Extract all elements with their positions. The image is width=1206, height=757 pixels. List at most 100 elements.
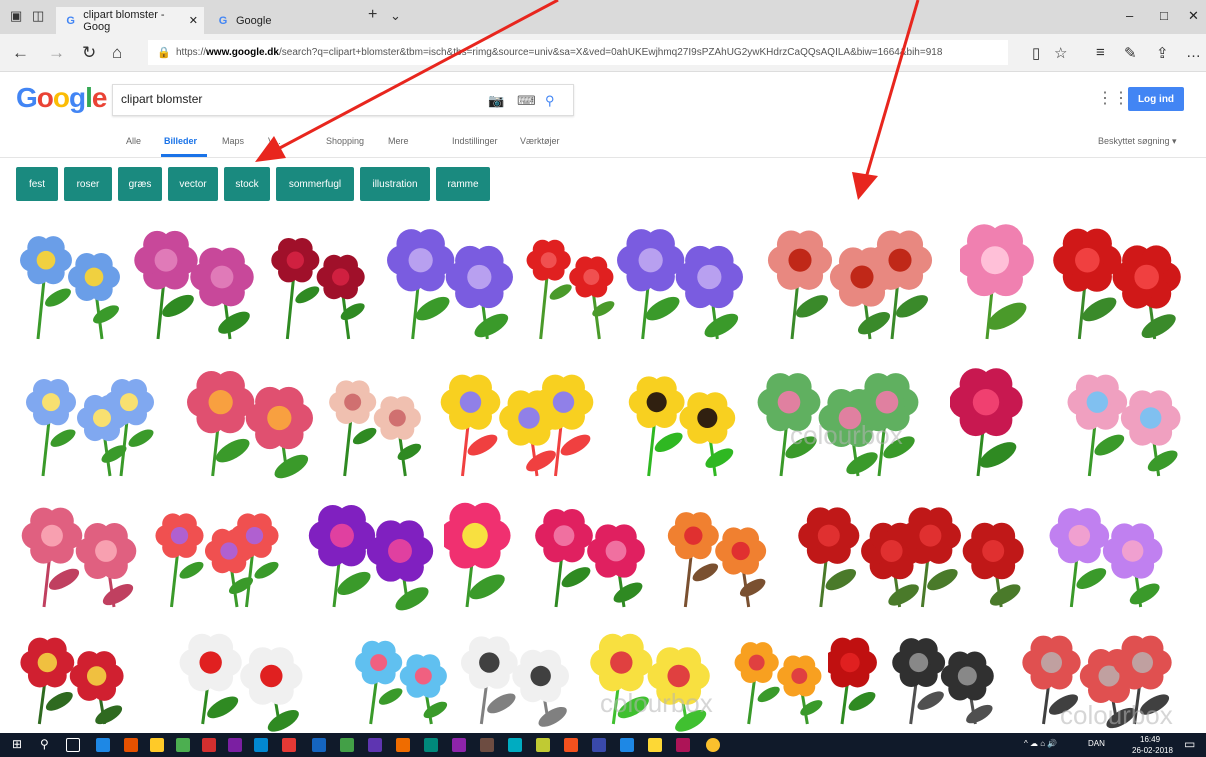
folder-icon[interactable] xyxy=(150,738,164,752)
login-button[interactable]: Log ind xyxy=(1128,87,1184,111)
image-result-butterfly-swirl[interactable] xyxy=(732,620,824,732)
clock-date[interactable]: 26-02-2018 xyxy=(1132,746,1173,755)
app-icon[interactable] xyxy=(564,738,578,752)
app-icon[interactable] xyxy=(282,738,296,752)
calculator-icon[interactable] xyxy=(176,738,190,752)
search-icon[interactable]: ⚲ xyxy=(545,93,555,109)
tab-shopping[interactable]: Shopping xyxy=(326,136,364,146)
app-icon[interactable] xyxy=(254,738,268,752)
image-result-violet-flower-border[interactable] xyxy=(380,207,520,347)
image-result-long-stem-red-roses[interactable] xyxy=(784,487,1038,615)
more-icon[interactable]: … xyxy=(1186,44,1201,61)
image-result-pink-flower-bunch[interactable] xyxy=(960,207,1042,347)
tab-videos[interactable]: V... xyxy=(268,136,281,146)
app-icon[interactable] xyxy=(536,738,550,752)
home-icon[interactable]: ⌂ xyxy=(112,43,122,63)
image-result-pink-red-roses[interactable] xyxy=(756,207,956,347)
office-icon[interactable] xyxy=(124,738,138,752)
image-result-christmas-flower[interactable] xyxy=(168,620,314,732)
app-icon[interactable] xyxy=(620,738,634,752)
search-icon[interactable]: ⚲ xyxy=(40,737,54,751)
new-tab-icon[interactable]: + xyxy=(368,6,377,24)
tab-google-images[interactable]: G clipart blomster - Goog ✕ xyxy=(56,7,204,34)
pen-icon[interactable]: ✎ xyxy=(1124,44,1137,62)
chip-roser[interactable]: roser xyxy=(64,167,112,201)
image-result-purple-ribbon-flowers[interactable] xyxy=(302,487,440,615)
url-field[interactable]: 🔒 https://www.google.dk/search?q=clipart… xyxy=(148,40,1008,65)
close-tab-icon[interactable]: ✕ xyxy=(189,14,198,27)
hub-icon[interactable]: ≡ xyxy=(1096,44,1105,61)
chip-ramme[interactable]: ramme xyxy=(436,167,490,201)
app-icon[interactable] xyxy=(340,738,354,752)
app-icon[interactable] xyxy=(480,738,494,752)
app-icon[interactable] xyxy=(368,738,382,752)
chip-fest[interactable]: fest xyxy=(16,167,58,201)
share-icon[interactable]: ⇪ xyxy=(1156,44,1169,62)
image-result-rose-butterfly[interactable] xyxy=(16,487,142,615)
image-result-pink-roses[interactable] xyxy=(128,207,260,347)
chip-vector[interactable]: vector xyxy=(168,167,218,201)
tray-icons[interactable]: ^ ☁ ⌂ 🔊 xyxy=(1024,739,1057,748)
google-logo[interactable]: Google xyxy=(16,82,107,114)
app-icon[interactable] xyxy=(648,738,662,752)
reading-view-icon[interactable]: ▯ xyxy=(1032,44,1040,62)
clock-time[interactable]: 16:49 xyxy=(1140,735,1160,744)
app-icon[interactable] xyxy=(202,738,216,752)
app-icon[interactable] xyxy=(228,738,242,752)
tab-images[interactable]: Billeder xyxy=(164,136,197,146)
app-icon[interactable] xyxy=(396,738,410,752)
image-result-flower-basket[interactable] xyxy=(16,620,128,732)
app-icon[interactable] xyxy=(676,738,690,752)
edge-icon[interactable] xyxy=(96,738,110,752)
keyboard-icon[interactable]: ⌨ xyxy=(517,93,536,109)
image-result-flower-garden-stock[interactable] xyxy=(1062,352,1186,484)
image-result-red-tulip[interactable] xyxy=(524,207,616,347)
tab-preview-icon[interactable]: ▣ xyxy=(10,8,22,24)
image-result-flower-tree[interactable] xyxy=(664,487,770,615)
image-result-line-art-flowers[interactable] xyxy=(456,620,574,732)
language-indicator[interactable]: DAN xyxy=(1088,739,1105,748)
chevron-down-icon[interactable]: ⌄ xyxy=(390,8,401,24)
chrome-icon[interactable] xyxy=(706,738,720,752)
image-result-smiling-pink-flower[interactable] xyxy=(444,487,518,615)
minimize-button[interactable]: – xyxy=(1126,8,1133,23)
image-result-pastel-rose-bouquet[interactable] xyxy=(326,352,424,484)
windows-start-icon[interactable]: ⊞ xyxy=(12,737,26,751)
image-result-blue-flower-bouquet[interactable] xyxy=(16,207,124,347)
chip-illustration[interactable]: illustration xyxy=(360,167,430,201)
notification-icon[interactable]: ▭ xyxy=(1184,737,1195,751)
back-arrow-icon[interactable]: ← xyxy=(12,43,29,63)
image-result-smiling-flowers[interactable] xyxy=(148,487,298,615)
image-result-pink-rose-leaves[interactable] xyxy=(530,487,650,615)
image-result-mixed-flower-bouquet[interactable] xyxy=(180,352,320,484)
image-result-lilac-flowers[interactable] xyxy=(1044,487,1168,615)
settings-icon[interactable] xyxy=(312,738,326,752)
tab-settings[interactable]: Indstillinger xyxy=(452,136,498,146)
image-result-violet-corner-border[interactable] xyxy=(610,207,750,347)
app-icon[interactable] xyxy=(452,738,466,752)
camera-icon[interactable]: 📷 xyxy=(488,93,504,109)
forward-arrow-icon[interactable]: → xyxy=(48,43,65,63)
tab-maps[interactable]: Maps xyxy=(222,136,244,146)
image-result-flower-frame-colourbox[interactable] xyxy=(746,352,942,484)
image-result-sun-butterfly-cartoons[interactable] xyxy=(430,352,616,484)
app-icon[interactable] xyxy=(592,738,606,752)
close-window-button[interactable]: ✕ xyxy=(1188,8,1199,24)
refresh-icon[interactable]: ↻ xyxy=(82,43,96,63)
image-result-flower-vase[interactable] xyxy=(352,620,450,732)
app-icon[interactable] xyxy=(508,738,522,752)
tab-google[interactable]: G Google xyxy=(208,7,348,34)
maximize-button[interactable]: □ xyxy=(1160,8,1168,23)
image-result-black-white-flowers[interactable] xyxy=(888,620,998,732)
task-view-icon[interactable] xyxy=(66,738,80,752)
image-result-red-flower-stems[interactable] xyxy=(828,620,884,732)
chip-sommerfugl[interactable]: sommerfugl xyxy=(276,167,354,201)
favorite-star-icon[interactable]: ☆ xyxy=(1054,44,1067,62)
set-aside-tabs-icon[interactable]: ◫ xyxy=(32,8,44,24)
image-result-burgundy-roses[interactable] xyxy=(268,207,368,347)
chip-stock[interactable]: stock xyxy=(224,167,270,201)
app-icon[interactable] xyxy=(424,738,438,752)
image-result-pink-rose-single[interactable] xyxy=(950,352,1034,484)
tab-tools[interactable]: Værktøjer xyxy=(520,136,560,146)
search-input[interactable] xyxy=(121,92,461,106)
